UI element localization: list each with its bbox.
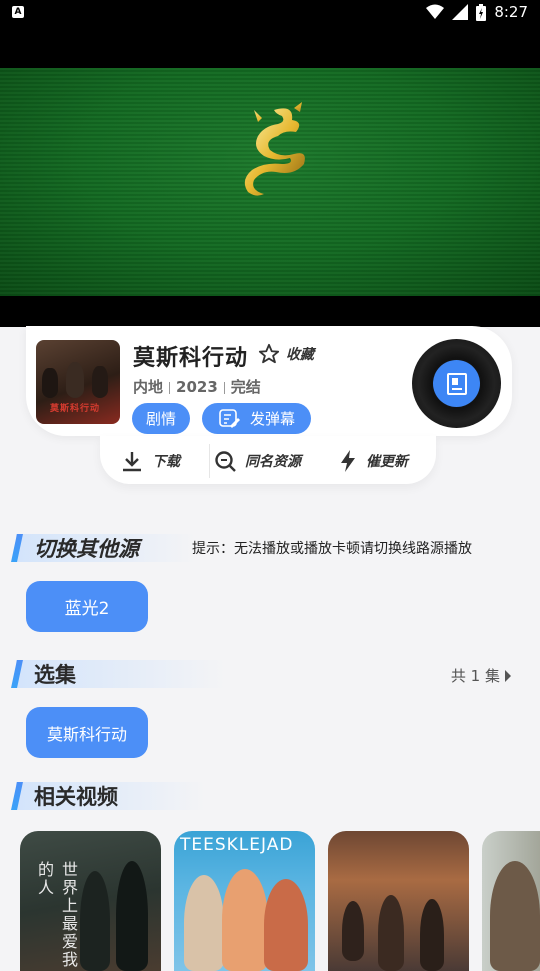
chevron-right-icon: [505, 669, 511, 682]
download-button[interactable]: 下载: [120, 449, 180, 473]
same-name-button[interactable]: 同名资源: [213, 449, 301, 473]
urge-update-label: 催更新: [366, 454, 408, 470]
video-player[interactable]: [0, 26, 540, 327]
poster-title: 莫斯科行动: [50, 404, 101, 414]
battery-icon: [476, 3, 487, 21]
switch-source-title: 切换其他源: [34, 537, 139, 561]
status-time: 8:27: [494, 3, 528, 21]
status-bar: A 8:27: [0, 0, 540, 26]
wifi-icon: [426, 4, 445, 19]
related-header: 相关视频: [11, 782, 206, 810]
related-thumbnail[interactable]: 世界上最爱我的人: [20, 831, 161, 971]
related-title: 相关视频: [34, 785, 118, 809]
favorite-button[interactable]: 收藏: [258, 343, 314, 365]
movie-status: 完结: [230, 378, 261, 396]
episodes-header: 选集: [11, 660, 226, 688]
episodes-title: 选集: [34, 663, 76, 687]
danmaku-icon: [219, 408, 240, 428]
star-icon: [258, 343, 280, 364]
plot-button[interactable]: 剧情: [132, 403, 190, 434]
danmaku-label: 发弹幕: [249, 410, 295, 428]
related-thumbnail[interactable]: [328, 831, 469, 971]
plot-label: 剧情: [145, 410, 176, 428]
thumbnail-title: 世界上最爱我的人: [35, 861, 78, 969]
document-icon: [433, 360, 480, 407]
switch-source-header: 切换其他源: [11, 534, 196, 562]
movie-meta: 内地 2023 完结: [133, 376, 261, 397]
thumbnail-title: TEESKLEJAD: [180, 835, 294, 855]
download-icon: [123, 452, 141, 472]
episode-option[interactable]: 莫斯科行动: [26, 707, 148, 758]
lightning-icon: [341, 450, 355, 472]
same-name-label: 同名资源: [245, 454, 301, 470]
movie-region: 内地: [133, 378, 164, 396]
notification-icon: A: [12, 6, 24, 18]
source-option-label: 蓝光2: [64, 599, 110, 619]
download-label: 下载: [152, 454, 180, 470]
vinyl-disc[interactable]: [412, 339, 501, 428]
source-option[interactable]: 蓝光2: [26, 581, 148, 632]
source-hint: 提示：无法播放或播放卡顿请切换线路源播放: [192, 541, 472, 557]
danmaku-button[interactable]: 发弹幕: [202, 403, 311, 434]
episode-option-label: 莫斯科行动: [46, 724, 127, 744]
episode-count-button[interactable]: 共 1 集: [451, 665, 512, 686]
related-thumbnail[interactable]: [482, 831, 540, 971]
movie-poster[interactable]: 莫斯科行动: [36, 340, 120, 424]
signal-icon: [452, 4, 469, 20]
episode-count-label: 共 1 集: [450, 667, 500, 685]
related-thumbnail[interactable]: TEESKLEJAD: [174, 831, 315, 971]
favorite-label: 收藏: [286, 347, 314, 363]
movie-title: 莫斯科行动: [133, 346, 249, 371]
action-divider: [209, 444, 210, 478]
urge-update-button[interactable]: 催更新: [338, 449, 408, 473]
search-icon: [215, 451, 236, 472]
movie-year: 2023: [176, 378, 218, 396]
golden-dragon-logo: [244, 102, 305, 196]
